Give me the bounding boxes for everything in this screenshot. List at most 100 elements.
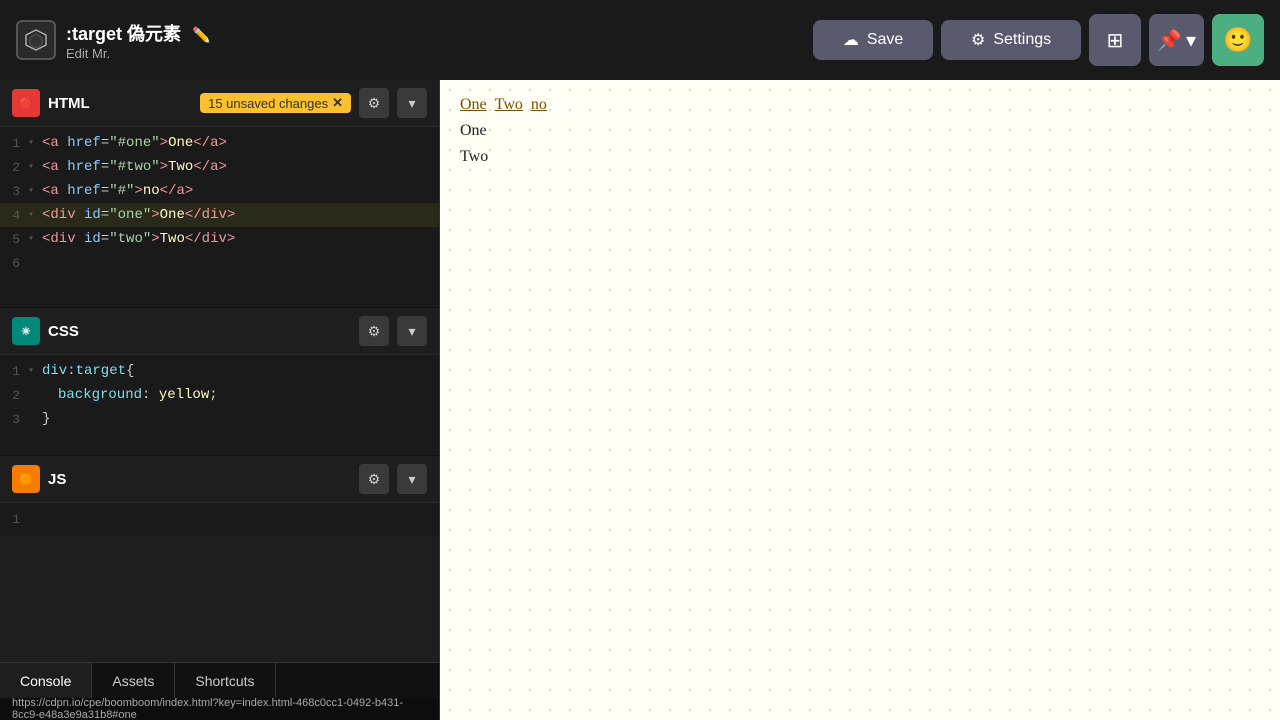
css-section-header: ✳ CSS ⚙ ▾ <box>0 308 439 355</box>
css-chevron-button[interactable]: ▾ <box>397 316 427 346</box>
tag: <div <box>42 207 84 223</box>
preview-link-two[interactable]: Two <box>495 96 523 114</box>
preview-item-two: Two <box>460 144 1260 170</box>
code-line: 2 ▾ <a href="#two">Two</a> <box>0 155 439 179</box>
chevron-down-icon: ▾ <box>1186 28 1196 53</box>
code-line: 2 background: yellow; <box>0 383 439 407</box>
save-button[interactable]: ☁ Save <box>813 20 933 60</box>
line-arrow: ▾ <box>28 233 42 245</box>
unsaved-badge: 15 unsaved changes ✕ <box>200 93 351 113</box>
css-code-area[interactable]: 1 ▾ div:target{ 2 background: yellow; <box>0 355 439 455</box>
semi: ; <box>209 387 217 403</box>
cloud-icon: ☁ <box>843 30 859 50</box>
str: "#two" <box>109 159 159 175</box>
code-line: 3 } <box>0 407 439 431</box>
preview-item-one: One <box>460 118 1260 144</box>
close-brace: } <box>42 411 50 427</box>
tag: > <box>134 183 142 199</box>
content: One <box>168 135 193 151</box>
line-number: 4 <box>0 208 28 223</box>
logo-text: :target 偽元素 ✏️ Edit Mr. <box>66 20 211 61</box>
topbar-actions: ☁ Save ⚙ Settings ⊞ 📌 ▾ 🙂 <box>813 14 1264 66</box>
grid-button[interactable]: ⊞ <box>1089 14 1141 66</box>
line-content: <a href="#one">One</a> <box>42 135 227 151</box>
code-line: 3 ▾ <a href="#">no</a> <box>0 179 439 203</box>
tag: > <box>160 159 168 175</box>
tab-console[interactable]: Console <box>0 663 92 698</box>
line-arrow: ▾ <box>28 185 42 197</box>
brace: { <box>126 363 134 379</box>
html-chevron-button[interactable]: ▾ <box>397 88 427 118</box>
tag: </a> <box>193 135 227 151</box>
content: Two <box>160 231 185 247</box>
prop: background <box>58 387 142 403</box>
unsaved-close[interactable]: ✕ <box>332 95 343 111</box>
html-label: 🔴 <box>12 89 40 117</box>
line-number: 1 <box>0 136 28 151</box>
content: Two <box>168 159 193 175</box>
attr: href <box>67 183 101 199</box>
tag: </div> <box>185 207 235 223</box>
js-chevron-button[interactable]: ▾ <box>397 464 427 494</box>
str: "two" <box>109 231 151 247</box>
title-text: :target 偽元素 <box>66 24 181 44</box>
preview-link-one[interactable]: One <box>460 96 487 114</box>
content: One <box>160 207 185 223</box>
js-gear-button[interactable]: ⚙ <box>359 464 389 494</box>
equals: = <box>101 231 109 247</box>
assets-tab-label: Assets <box>112 673 154 689</box>
logo-icon <box>16 20 56 60</box>
preview-link-no[interactable]: no <box>531 96 547 114</box>
app-title: :target 偽元素 ✏️ <box>66 20 211 46</box>
line-arrow: ▾ <box>28 209 42 221</box>
css-panel: ✳ CSS ⚙ ▾ 1 ▾ div:target{ 2 <box>0 308 439 456</box>
tag: > <box>151 231 159 247</box>
console-tab-label: Console <box>20 673 71 689</box>
equals: = <box>101 207 109 223</box>
css-icon: ✳ <box>21 325 30 338</box>
html-section-header: 🔴 HTML 15 unsaved changes ✕ ⚙ ▾ <box>0 80 439 127</box>
equals: = <box>101 183 109 199</box>
tab-shortcuts[interactable]: Shortcuts <box>175 663 275 698</box>
line-arrow: ▾ <box>28 365 42 377</box>
tab-assets[interactable]: Assets <box>92 663 175 698</box>
tag: <a <box>42 135 67 151</box>
str: "#one" <box>109 135 159 151</box>
tag: </a> <box>193 159 227 175</box>
preview-panel: One Two no One Two <box>440 80 1280 720</box>
str: "one" <box>109 207 151 223</box>
html-code-area[interactable]: 1 ▾ <a href="#one">One</a> 2 ▾ <a href="… <box>0 127 439 307</box>
status-url: https://cdpn.io/cpe/boomboom/index.html?… <box>12 697 427 720</box>
line-arrow: ▾ <box>28 137 42 149</box>
preview-one-label: One <box>460 122 487 139</box>
topbar: :target 偽元素 ✏️ Edit Mr. ☁ Save ⚙ Setting… <box>0 0 1280 80</box>
logo-area: :target 偽元素 ✏️ Edit Mr. <box>16 20 801 61</box>
code-line: 6 <box>0 251 439 275</box>
code-line: 1 ▾ div:target{ <box>0 359 439 383</box>
js-section-header: 🟠 JS ⚙ ▾ <box>0 456 439 503</box>
tag: </div> <box>185 231 235 247</box>
str: "#" <box>109 183 134 199</box>
js-code-area[interactable]: 1 <box>0 503 439 535</box>
html-icon: 🔴 <box>19 97 33 110</box>
line-number: 2 <box>0 160 28 175</box>
line-content: <a href="#two">Two</a> <box>42 159 227 175</box>
avatar[interactable]: 🙂 <box>1212 14 1264 66</box>
line-content: <div id="two">Two</div> <box>42 231 235 247</box>
gear-icon: ⚙ <box>971 30 985 50</box>
settings-button[interactable]: ⚙ Settings <box>941 20 1081 60</box>
code-line: 4 ▾ <div id="one">One</div> <box>0 203 439 227</box>
html-gear-button[interactable]: ⚙ <box>359 88 389 118</box>
save-label: Save <box>867 31 903 49</box>
pin-button[interactable]: 📌 ▾ <box>1149 14 1204 66</box>
app-subtitle: Edit Mr. <box>66 46 211 61</box>
pencil-icon: ✏️ <box>192 27 211 44</box>
content: no <box>143 183 160 199</box>
equals: = <box>101 159 109 175</box>
css-gear-button[interactable]: ⚙ <box>359 316 389 346</box>
js-icon: 🟠 <box>19 473 33 486</box>
status-bar: https://cdpn.io/cpe/boomboom/index.html?… <box>0 698 439 720</box>
bottom-tabs: Console Assets Shortcuts <box>0 662 439 698</box>
tag: <a <box>42 183 67 199</box>
left-panel: 🔴 HTML 15 unsaved changes ✕ ⚙ ▾ 1 ▾ <a h… <box>0 80 440 720</box>
